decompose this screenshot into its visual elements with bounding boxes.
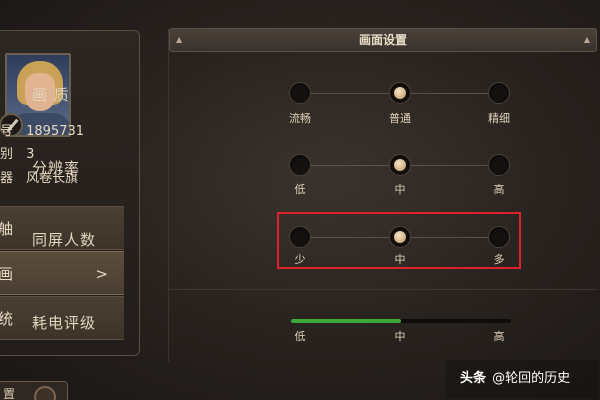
resolution-option-high[interactable] — [488, 154, 510, 176]
watermark: 头条 @轮回的历史 — [446, 360, 598, 398]
panel-title: 画面设置 — [358, 33, 407, 47]
power-option-label: 低 — [294, 330, 306, 343]
info-value: 1895731 — [26, 124, 85, 139]
menu-item-label: 画 — [0, 265, 14, 283]
chevron-right-icon: > — [95, 265, 108, 283]
quality-option-label: 普通 — [389, 112, 411, 125]
power-option-label: 高 — [493, 330, 505, 343]
quality-option-label: 流畅 — [289, 112, 311, 125]
resolution-option-label: 高 — [493, 183, 505, 196]
quality-option-fine[interactable] — [488, 82, 510, 104]
resolution-option-label: 中 — [394, 183, 406, 196]
quality-option-normal[interactable] — [389, 82, 411, 104]
resolution-option-mid[interactable] — [389, 154, 411, 176]
menu-item-label: 舳 — [0, 220, 14, 238]
watermark-brand: 头条 — [460, 371, 487, 386]
game-settings-screen: 号 1895731 别 3 器 风卷长旗 舳 画 > 统 置 ▲ 画面设置 ▲ … — [0, 0, 600, 400]
watermark-author: @轮回的历史 — [492, 371, 571, 386]
resolution-option-label: 低 — [294, 183, 306, 196]
info-key: 别 — [0, 147, 14, 162]
players-on-screen-label: 同屏人数 — [32, 231, 97, 249]
menu-item-graphics[interactable]: 画 > — [0, 251, 124, 295]
triangle-right-icon: ▲ — [583, 35, 590, 44]
quality-option-smooth[interactable] — [289, 82, 311, 104]
info-key: 号 — [0, 124, 14, 139]
menu-item-label: 统 — [0, 310, 14, 328]
power-rating-fill — [291, 319, 401, 323]
power-option-label: 中 — [394, 330, 406, 343]
power-rating-bar — [291, 319, 511, 323]
triangle-left-icon: ▲ — [176, 35, 183, 44]
info-row-gender: 别 3 — [0, 143, 34, 162]
power-rating-label: 耗电评级 — [32, 314, 97, 332]
bottom-tab-label: 置 — [3, 387, 16, 400]
divider — [169, 289, 597, 290]
highlight-box — [277, 212, 521, 269]
panel-header: ▲ 画面设置 ▲ — [169, 28, 597, 52]
quality-label: 画 质 — [32, 86, 70, 104]
resolution-option-low[interactable] — [289, 154, 311, 176]
info-key: 器 — [0, 171, 14, 186]
quality-option-label: 精细 — [488, 112, 510, 125]
info-row-id: 号 1895731 — [0, 120, 85, 139]
resolution-label: 分辨率 — [32, 159, 81, 177]
